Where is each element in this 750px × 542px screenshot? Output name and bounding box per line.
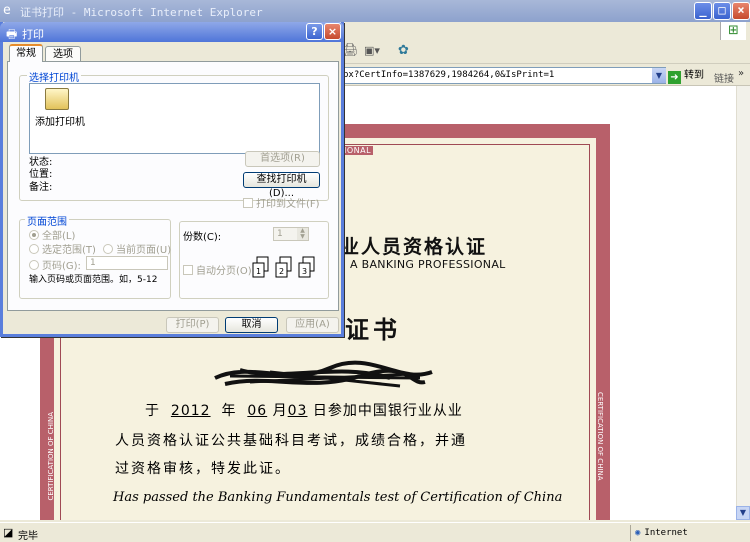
print-toolbar-icon[interactable]: 🖨 xyxy=(342,43,359,58)
certificate-subheading: A BANKING PROFESSIONAL xyxy=(350,258,506,271)
tab-general[interactable]: 常规 xyxy=(9,44,43,62)
dialog-titlebar[interactable]: 🖶 打印 ? × xyxy=(0,22,344,42)
maximize-button[interactable]: □ xyxy=(713,2,731,20)
line1-prefix: 于 xyxy=(145,403,160,419)
range-current-label: 当前页面(U) xyxy=(116,245,172,256)
exam-day: 03 xyxy=(287,403,308,419)
radio-icon xyxy=(29,260,39,270)
status-text: 完毕 xyxy=(18,531,38,542)
security-zone: ◉ Internet xyxy=(630,525,746,541)
ie-logo-icon: e xyxy=(3,3,11,18)
radio-icon xyxy=(29,230,39,240)
print-dialog: 🖶 打印 ? × 常规 选项 选择打印机 添加打印机 状态: 位置: 备注: 首… xyxy=(0,22,344,337)
range-current-radio[interactable]: 当前页面(U) xyxy=(103,241,171,256)
print-to-file-checkbox[interactable]: 打印到文件(F) xyxy=(243,195,320,210)
edit-toolbar-icon[interactable]: ▣▾ xyxy=(364,44,380,57)
exam-year: 2012 xyxy=(170,403,211,419)
certificate-english-text: Has passed the Banking Fundamentals test… xyxy=(113,490,563,505)
windows-logo-icon: ⊞ xyxy=(720,22,746,40)
certificate-side-text-right: CERTIFICATION OF CHINA xyxy=(596,392,604,481)
go-button[interactable]: ➜ 转到 xyxy=(668,67,708,84)
page-done-icon: ◪ xyxy=(3,526,14,539)
range-selection-radio[interactable]: 选定范围(T) xyxy=(29,241,96,256)
print-button[interactable]: 打印(P) xyxy=(166,317,219,333)
printer-comment-label: 备注: xyxy=(29,182,53,193)
redaction-scribble xyxy=(214,360,433,388)
radio-icon xyxy=(103,244,113,254)
range-hint: 输入页码或页面范围。如，5-12 xyxy=(29,275,158,285)
status-bar: ◪ 完毕 ◉ Internet xyxy=(0,522,750,542)
range-pages-radio[interactable]: 页码(G): xyxy=(29,257,81,272)
add-printer-label[interactable]: 添加打印机 xyxy=(35,113,85,128)
page-range-label: 页面范围 xyxy=(25,213,69,228)
find-printer-button[interactable]: 查找打印机(D)... xyxy=(243,172,320,199)
printer-icon: 🖶 xyxy=(6,27,18,41)
printer-group-label: 选择打印机 xyxy=(27,69,81,84)
dialog-title: 打印 xyxy=(22,28,44,41)
exam-month: 06 xyxy=(247,403,268,419)
svg-text:1: 1 xyxy=(256,267,261,276)
radio-icon xyxy=(29,244,39,254)
collate-checkbox[interactable]: 自动分页(O) xyxy=(183,262,252,277)
zone-label: Internet xyxy=(644,528,688,538)
dialog-close-button[interactable]: × xyxy=(324,23,341,40)
go-arrow-icon: ➜ xyxy=(668,71,681,84)
close-button[interactable]: × xyxy=(732,2,750,20)
month-unit: 月 xyxy=(272,403,288,419)
certificate-body-line1: 于 2012 年 06 月03 日参加中国银行业从业 xyxy=(145,400,463,420)
cancel-button[interactable]: 取消 xyxy=(225,317,278,333)
certificate-title: 证书 xyxy=(345,316,401,344)
minimize-button[interactable]: _ xyxy=(694,2,712,20)
go-label: 转到 xyxy=(684,70,704,81)
pages-input[interactable]: 1 xyxy=(86,256,168,270)
svg-text:2: 2 xyxy=(279,267,284,276)
apply-button[interactable]: 应用(A) xyxy=(286,317,339,333)
certificate-heading: 业人员资格认证 xyxy=(340,236,488,258)
copies-label: 份数(C): xyxy=(183,232,222,243)
year-unit: 年 xyxy=(221,403,237,419)
chevron-right-icon[interactable]: » xyxy=(738,68,744,79)
links-label[interactable]: 链接 xyxy=(714,70,734,85)
vertical-scrollbar[interactable] xyxy=(736,86,750,520)
range-all-radio[interactable]: 全部(L) xyxy=(29,227,75,242)
scroll-down-arrow-icon[interactable]: ▼ xyxy=(736,506,750,520)
checkbox-icon xyxy=(243,198,253,208)
browser-titlebar: e 证书打印 - Microsoft Internet Explorer _ □… xyxy=(0,0,750,22)
line1-suffix: 日参加中国银行业从业 xyxy=(312,403,463,419)
checkbox-icon xyxy=(183,265,193,275)
address-dropdown-icon[interactable]: ▼ xyxy=(652,68,666,83)
help-button[interactable]: ? xyxy=(306,23,323,40)
print-to-file-label: 打印到文件(F) xyxy=(256,199,320,210)
window-title: 证书打印 - Microsoft Internet Explorer xyxy=(20,6,263,19)
svg-text:3: 3 xyxy=(302,267,307,276)
certificate-side-text-left: CERTIFICATION OF CHINA xyxy=(47,412,55,501)
collate-label: 自动分页(O) xyxy=(196,266,252,277)
messenger-icon[interactable]: ✿ xyxy=(398,43,409,58)
collate-pages-icon: 1 2 3 xyxy=(252,256,315,278)
tab-options[interactable]: 选项 xyxy=(45,46,81,62)
copies-spinner-icon[interactable]: ▲ ▼ xyxy=(297,228,308,240)
globe-icon: ◉ xyxy=(635,528,641,538)
range-pages-label: 页码(G): xyxy=(42,261,81,272)
preferences-button[interactable]: 首选项(R) xyxy=(245,151,320,167)
range-selection-label: 选定范围(T) xyxy=(42,245,96,256)
add-printer-icon[interactable] xyxy=(45,88,69,110)
certificate-body-line3: 过资格审核，特发此证。 xyxy=(115,461,291,477)
certificate-body-line2: 人员资格认证公共基础科目考试，成绩合格，并通 xyxy=(115,433,467,449)
